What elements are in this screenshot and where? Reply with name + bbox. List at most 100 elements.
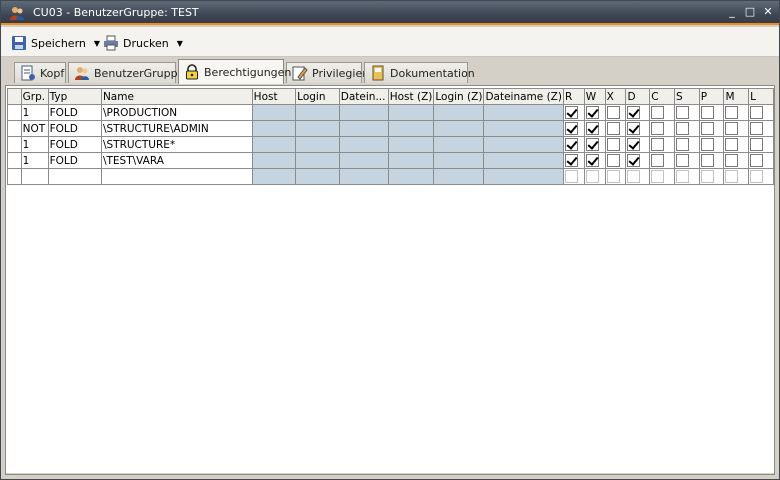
permission-checkbox[interactable] [651,122,665,135]
cell-name[interactable] [100,168,253,185]
permission-checkbox[interactable] [564,106,578,119]
permission-checkbox[interactable] [651,170,665,183]
column-header[interactable]: Login (Z) [433,88,485,105]
permission-checkbox[interactable] [585,154,599,167]
column-header[interactable]: Grp. [20,88,49,105]
cell-typ[interactable]: FOLD [47,120,102,137]
cell-host[interactable] [251,104,297,121]
permission-checkbox[interactable] [675,106,689,119]
cell-dateiname-z[interactable] [483,168,564,185]
column-header[interactable]: C [649,88,675,105]
cell-login[interactable] [295,120,340,137]
permission-checkbox[interactable] [627,138,641,151]
column-header[interactable]: Name [100,88,253,105]
row-selector[interactable] [7,136,22,153]
permission-checkbox[interactable] [675,138,689,151]
cell-host-z[interactable] [387,120,435,137]
permission-checkbox[interactable] [700,138,714,151]
permission-checkbox[interactable] [725,170,739,183]
tab-kopf[interactable]: Kopf [14,62,66,83]
column-header[interactable]: S [673,88,700,105]
cell-name[interactable]: \STRUCTURE\ADMIN [100,120,253,137]
column-header[interactable]: Host (Z) [387,88,435,105]
cell-dateiname-z[interactable] [483,152,564,169]
cell-host-z[interactable] [387,136,435,153]
permission-checkbox[interactable] [725,154,739,167]
chevron-down-icon[interactable]: ▼ [177,39,183,48]
cell-host[interactable] [251,168,297,185]
permission-checkbox[interactable] [651,138,665,151]
permission-checkbox[interactable] [606,106,620,119]
permission-checkbox[interactable] [606,170,620,183]
cell-grp[interactable] [20,168,49,185]
permission-checkbox[interactable] [585,138,599,151]
permission-checkbox[interactable] [750,154,764,167]
cell-name[interactable]: \STRUCTURE* [100,136,253,153]
cell-dateiname[interactable] [338,136,389,153]
column-header[interactable]: Host [251,88,297,105]
permission-checkbox[interactable] [564,138,578,151]
column-header[interactable]: D [625,88,651,105]
permission-checkbox[interactable] [700,154,714,167]
permission-checkbox[interactable] [675,170,689,183]
cell-login-z[interactable] [433,136,485,153]
column-header[interactable]: Dateiname (Z) [483,88,564,105]
permission-checkbox[interactable] [750,106,764,119]
cell-dateiname[interactable] [338,152,389,169]
cell-dateiname-z[interactable] [483,104,564,121]
cell-typ[interactable]: FOLD [47,152,102,169]
cell-login-z[interactable] [433,120,485,137]
row-selector[interactable] [7,120,22,137]
title-bar[interactable]: CU03 - BenutzerGruppe: TEST _ □ ✕ [1,1,779,25]
tab-benutzergruppe[interactable]: BenutzerGruppe [68,62,184,83]
permission-checkbox[interactable] [651,106,665,119]
cell-grp[interactable]: 1 [20,152,49,169]
cell-login[interactable] [295,168,340,185]
column-header[interactable]: X [604,88,627,105]
permission-checkbox[interactable] [627,122,641,135]
permission-checkbox[interactable] [585,170,599,183]
permission-checkbox[interactable] [700,170,714,183]
cell-host-z[interactable] [387,152,435,169]
permission-checkbox[interactable] [700,122,714,135]
cell-login[interactable] [295,104,340,121]
permission-checkbox[interactable] [564,154,578,167]
cell-dateiname[interactable] [338,168,389,185]
cell-typ[interactable] [47,168,102,185]
cell-login-z[interactable] [433,152,485,169]
cell-login-z[interactable] [433,104,485,121]
cell-typ[interactable]: FOLD [47,104,102,121]
row-selector[interactable] [7,168,22,185]
cell-dateiname[interactable] [338,120,389,137]
permission-checkbox[interactable] [675,154,689,167]
row-selector[interactable] [7,104,22,121]
permission-checkbox[interactable] [564,122,578,135]
cell-login[interactable] [295,136,340,153]
permission-checkbox[interactable] [585,106,599,119]
chevron-down-icon[interactable]: ▼ [94,39,100,48]
cell-login[interactable] [295,152,340,169]
tab-berechtigungen[interactable]: Berechtigungen [178,59,291,84]
cell-name[interactable]: \PRODUCTION [100,104,253,121]
row-selector[interactable] [7,152,22,169]
column-header[interactable]: M [723,88,750,105]
cell-typ[interactable]: FOLD [47,136,102,153]
cell-grp[interactable]: 1 [20,104,49,121]
print-button[interactable]: Drucken ▼ [103,32,183,54]
column-header[interactable]: L [748,88,774,105]
column-header[interactable]: P [698,88,725,105]
permission-checkbox[interactable] [651,154,665,167]
cell-dateiname-z[interactable] [483,136,564,153]
permission-checkbox[interactable] [585,122,599,135]
cell-name[interactable]: \TEST\VARA [100,152,253,169]
permission-checkbox[interactable] [675,122,689,135]
tab-dokumentation[interactable]: Dokumentation [364,62,475,83]
permission-checkbox[interactable] [627,154,641,167]
maximize-button[interactable]: □ [743,5,757,19]
permission-checkbox[interactable] [750,122,764,135]
cell-grp[interactable]: NOT [20,120,49,137]
column-header[interactable]: W [583,88,606,105]
column-header[interactable]: Login [295,88,340,105]
permission-checkbox[interactable] [750,170,764,183]
column-header[interactable]: R [562,88,585,105]
